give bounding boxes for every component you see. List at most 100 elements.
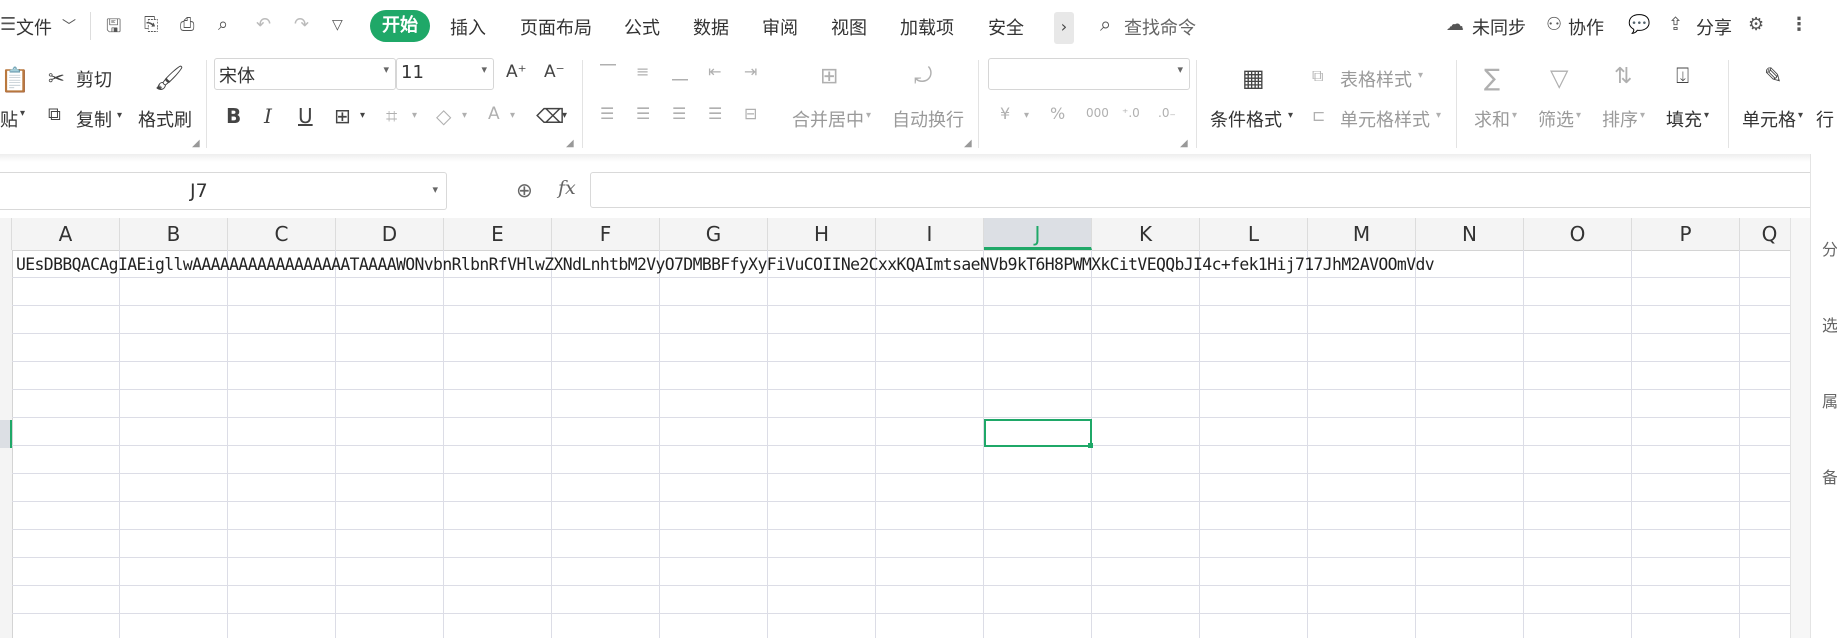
save-icon[interactable]: 🖫 (106, 14, 121, 44)
print-icon[interactable]: ⎙ (180, 14, 194, 35)
format-painter-button[interactable]: 格式刷 (138, 106, 192, 132)
column-header-d[interactable]: D (336, 218, 444, 250)
paste-icon[interactable]: 📋 (0, 66, 30, 94)
decrease-indent-icon[interactable]: ⇤ (708, 62, 721, 81)
thousands-icon[interactable]: 000 (1086, 106, 1109, 120)
column-header-k[interactable]: K (1092, 218, 1200, 250)
paste-button[interactable]: 贴 (0, 106, 18, 132)
format-painter-icon[interactable]: 🖌 (154, 64, 184, 92)
fill-dropdown-icon[interactable]: ▾ (1704, 110, 1709, 121)
copy-icon[interactable]: ⧉ (48, 104, 61, 125)
search-icon[interactable]: ⌕ (1100, 12, 1111, 36)
table-style-button[interactable]: 表格样式 (1340, 66, 1412, 92)
fill-color-dropdown-icon[interactable]: ▾ (462, 110, 467, 121)
sum-icon[interactable]: ∑ (1484, 64, 1500, 92)
increase-decimal-icon[interactable]: ⁺.0 (1122, 106, 1140, 120)
side-pane-label-3[interactable]: 属 (1822, 388, 1837, 412)
font-color-dropdown-icon[interactable]: ▾ (510, 110, 515, 121)
row-header-7[interactable] (0, 420, 12, 448)
wrap-text-button[interactable]: 自动换行 (892, 106, 964, 132)
customize-toolbar-icon[interactable]: ▽ (332, 17, 343, 33)
more-tabs-chevron-icon[interactable]: › (1054, 12, 1074, 44)
number-launcher-icon[interactable]: ◢ (1180, 138, 1188, 149)
file-menu[interactable]: 文件 (16, 14, 52, 40)
align-middle-icon[interactable]: ≡ (636, 62, 649, 81)
column-header-n[interactable]: N (1416, 218, 1524, 250)
clipboard-launcher-icon[interactable]: ◢ (192, 138, 200, 149)
side-pane-label-2[interactable]: 选 (1822, 312, 1837, 336)
font-launcher-icon[interactable]: ◢ (566, 138, 574, 149)
side-pane-label-1[interactable]: 分 (1822, 236, 1837, 260)
paste-dropdown-icon[interactable]: ▾ (20, 108, 25, 119)
decrease-font-icon[interactable]: A⁻ (544, 62, 565, 82)
font-name-select[interactable]: 宋体 ▾ (214, 58, 396, 90)
column-header-b[interactable]: B (120, 218, 228, 250)
align-center-icon[interactable]: ☰ (636, 104, 650, 123)
merge-center-button[interactable]: 合并居中 (792, 106, 864, 132)
cell-button[interactable]: 单元格 (1742, 106, 1796, 132)
select-all-corner[interactable] (0, 218, 12, 250)
column-header-p[interactable]: P (1632, 218, 1740, 250)
chevron-down-icon[interactable]: ﹀ (62, 16, 76, 36)
bold-icon[interactable]: B (226, 104, 241, 128)
percent-icon[interactable]: % (1050, 104, 1065, 123)
cond-format-dropdown-icon[interactable]: ▾ (1288, 110, 1293, 121)
align-top-icon[interactable]: ⎺ (600, 62, 616, 82)
tab-addins[interactable]: 加载项 (900, 14, 954, 40)
chevron-down-icon[interactable]: ▾ (432, 183, 438, 196)
filter-icon[interactable]: ▽ (1550, 64, 1568, 92)
share-icon[interactable]: ⇪ (1668, 14, 1683, 35)
formula-input[interactable] (590, 172, 1816, 208)
column-header-o[interactable]: O (1524, 218, 1632, 250)
column-header-c[interactable]: C (228, 218, 336, 250)
column-header-i[interactable]: I (876, 218, 984, 250)
fill-down-icon[interactable]: ⍗ (1676, 64, 1689, 89)
collaborate-button[interactable]: 协作 (1568, 14, 1604, 40)
borders-dropdown-icon[interactable]: ▾ (360, 110, 365, 121)
fill-button[interactable]: 填充 (1666, 106, 1702, 132)
copy-button[interactable]: 复制 (76, 106, 112, 132)
conditional-format-icon[interactable]: ▦ (1242, 64, 1265, 92)
table-style-icon[interactable]: ⧉ (1312, 66, 1323, 86)
sort-dropdown-icon[interactable]: ▾ (1640, 110, 1645, 121)
scissors-icon[interactable]: ✂ (48, 66, 65, 90)
print-preview-icon[interactable]: ⌕ (218, 14, 228, 35)
sort-button[interactable]: 排序 (1602, 106, 1638, 132)
active-cell-j7[interactable] (984, 419, 1092, 447)
share-button[interactable]: 分享 (1696, 14, 1732, 40)
column-header-g[interactable]: G (660, 218, 768, 250)
filter-button[interactable]: 筛选 (1538, 106, 1574, 132)
column-header-m[interactable]: M (1308, 218, 1416, 250)
underline-icon[interactable]: U (298, 104, 313, 128)
column-header-f[interactable]: F (552, 218, 660, 250)
font-color-icon[interactable]: A (488, 104, 500, 124)
cloud-sync-icon[interactable]: ☁ (1446, 14, 1464, 35)
currency-icon[interactable]: ¥ (1000, 104, 1010, 123)
justify-icon[interactable]: ☰ (708, 104, 722, 123)
column-header-e[interactable]: E (444, 218, 552, 250)
tab-data[interactable]: 数据 (693, 14, 729, 40)
tab-insert[interactable]: 插入 (450, 14, 486, 40)
sort-icon[interactable]: ⇅ (1614, 64, 1632, 89)
tab-view[interactable]: 视图 (831, 14, 867, 40)
dropdown-icon[interactable]: ▾ (412, 110, 417, 121)
number-format-select[interactable]: ▾ (988, 58, 1190, 90)
conditional-format-button[interactable]: 条件格式 (1210, 106, 1282, 132)
cell-edit-icon[interactable]: ✎ (1764, 64, 1782, 89)
sum-dropdown-icon[interactable]: ▾ (1512, 110, 1517, 121)
cut-button[interactable]: 剪切 (76, 66, 112, 92)
tab-formulas[interactable]: 公式 (624, 14, 660, 40)
cell-grid[interactable] (12, 250, 1790, 638)
increase-font-icon[interactable]: A⁺ (506, 62, 527, 82)
alignment-launcher-icon[interactable]: ◢ (964, 138, 972, 149)
column-header-l[interactable]: L (1200, 218, 1308, 250)
cell-style-icon[interactable]: ⊏ (1312, 106, 1325, 125)
name-box[interactable]: J7 ▾ (0, 172, 447, 210)
align-right-icon[interactable]: ☰ (672, 104, 686, 123)
font-size-select[interactable]: 11 ▾ (396, 58, 494, 90)
comment-icon[interactable]: 💬 (1628, 14, 1650, 35)
export-icon[interactable]: ⎘ (144, 14, 158, 35)
currency-dropdown-icon[interactable]: ▾ (1024, 110, 1029, 121)
align-left-icon[interactable]: ☰ (600, 104, 614, 123)
italic-icon[interactable]: I (264, 104, 272, 128)
